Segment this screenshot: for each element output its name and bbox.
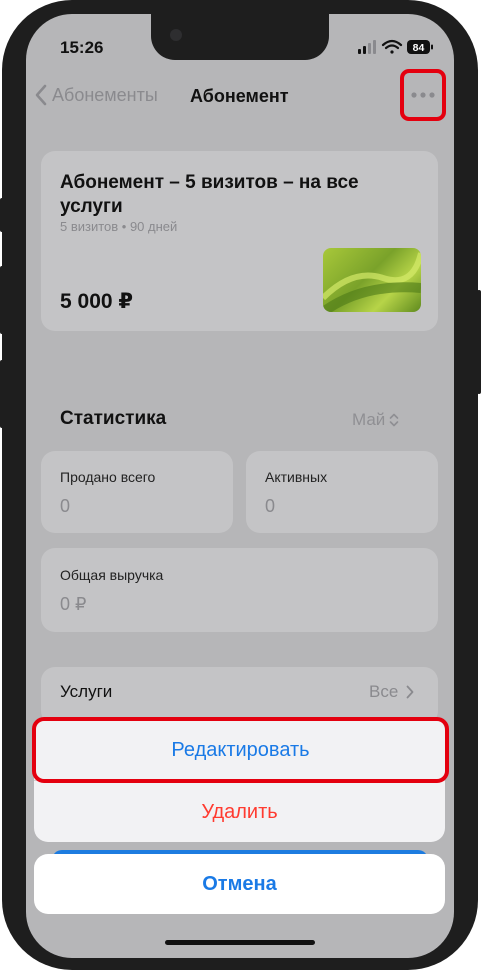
- month-selector[interactable]: Май: [352, 410, 399, 430]
- stats-heading: Статистика: [60, 408, 167, 429]
- mute-switch: [0, 198, 4, 232]
- stat-card-sold: [41, 451, 233, 533]
- revenue-value: 0 ₽: [60, 594, 87, 614]
- cancel-label: Отмена: [202, 872, 277, 895]
- cancel-button[interactable]: Отмена: [34, 854, 445, 914]
- services-value: Все: [369, 682, 399, 701]
- subscription-image: [323, 248, 421, 312]
- volume-up-button: [0, 266, 4, 334]
- signal-icon: [358, 40, 376, 54]
- home-indicator: [165, 940, 315, 945]
- delete-label: Удалить: [201, 800, 278, 823]
- active-value: 0: [265, 496, 276, 516]
- sold-label: Продано всего: [60, 469, 156, 485]
- month-label: Май: [352, 410, 386, 429]
- chevron-up-down-icon: [390, 413, 399, 427]
- chevron-right-icon: [406, 685, 414, 699]
- subscription-title: Абонемент – 5 визитов – на все услуги: [60, 172, 359, 217]
- delete-button[interactable]: Удалить: [34, 782, 445, 842]
- back-button[interactable]: Абонементы: [34, 84, 158, 106]
- battery-level: 84: [413, 42, 425, 54]
- subscription-price: 5 000 ₽: [60, 290, 133, 313]
- power-button: [477, 290, 481, 394]
- chevron-left-icon: [35, 84, 47, 106]
- wifi-icon: [381, 39, 403, 54]
- edit-label: Редактировать: [171, 738, 310, 761]
- subscription-meta: 5 визитов • 90 дней: [60, 219, 178, 234]
- active-label: Активных: [265, 469, 328, 485]
- volume-down-button: [0, 360, 4, 428]
- camera-icon: [170, 29, 182, 41]
- notch: [151, 14, 329, 60]
- status-icons: 84: [358, 39, 433, 54]
- services-label: Услуги: [60, 682, 113, 701]
- revenue-label: Общая выручка: [60, 567, 164, 583]
- services-value-wrap: Все: [369, 682, 414, 702]
- edit-button[interactable]: Редактировать: [32, 717, 449, 783]
- more-options-button[interactable]: [400, 69, 446, 121]
- page-title: Абонемент: [190, 86, 289, 106]
- stat-card-active: [246, 451, 438, 533]
- sold-value: 0: [60, 496, 71, 516]
- screen: 15:26 84 Абонементы Абонемент Абонемент …: [26, 14, 454, 958]
- ellipsis-icon: [411, 92, 435, 98]
- back-label: Абонементы: [52, 84, 158, 105]
- status-time: 15:26: [60, 38, 104, 57]
- stat-card-revenue: [41, 548, 438, 632]
